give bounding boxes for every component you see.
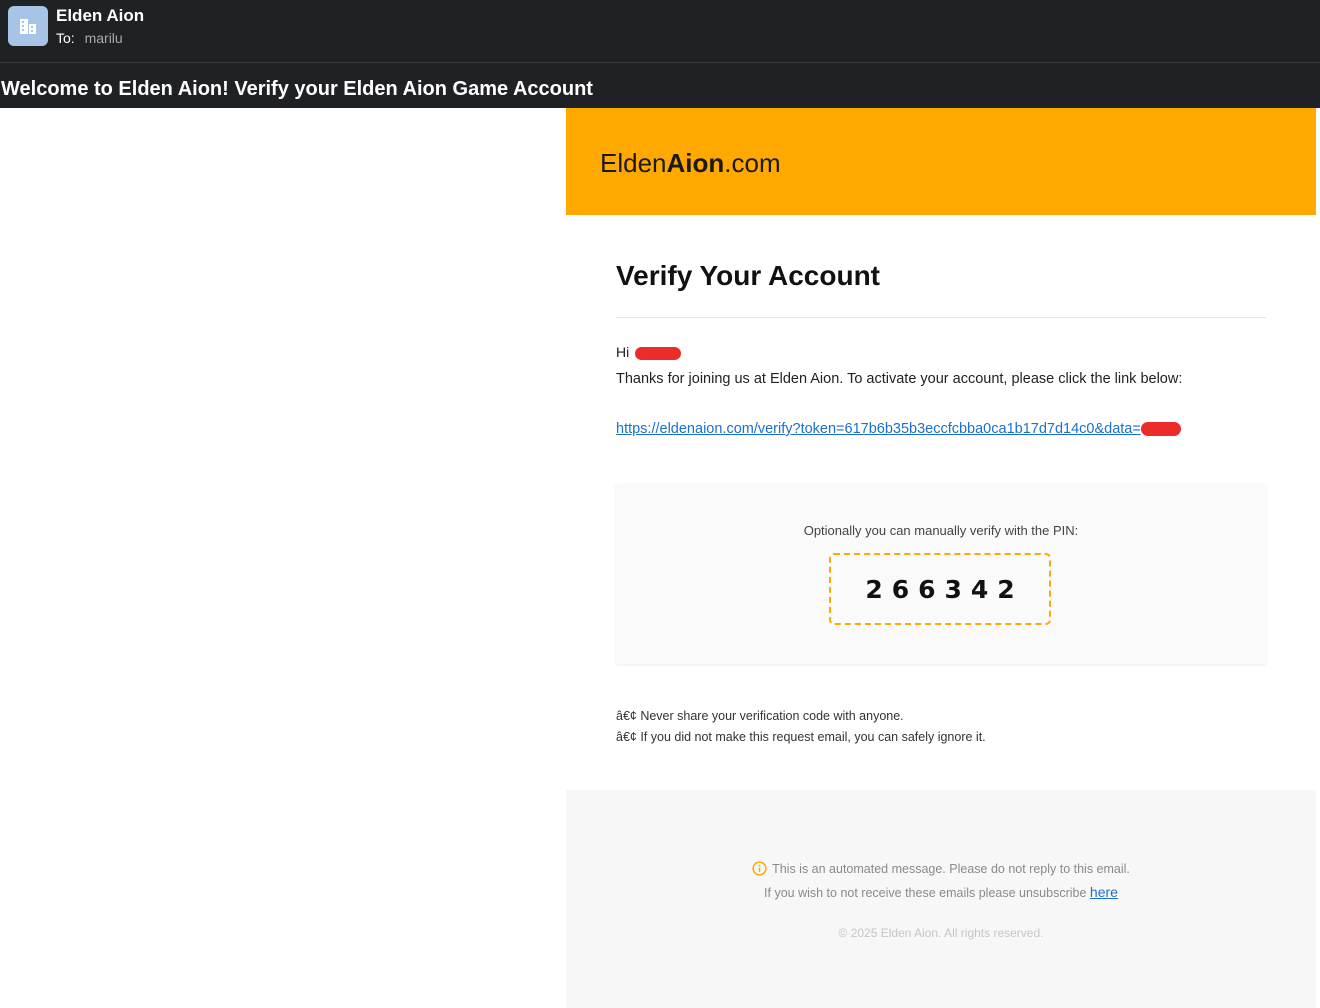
header-divider xyxy=(0,62,1320,63)
automated-text: This is an automated message. Please do … xyxy=(772,861,1130,876)
greeting-text: Hi xyxy=(616,344,630,360)
brand-logo: EldenAion.com xyxy=(600,148,781,179)
logo-bold: Aion xyxy=(666,148,725,178)
greeting: Hi xyxy=(616,344,682,360)
copyright: © 2025 Elden Aion. All rights reserved. xyxy=(838,926,1044,940)
email-header: Elden Aion To: marilu Welcome to Elden A… xyxy=(0,0,1320,108)
recipient-row: To: marilu xyxy=(56,30,123,46)
pin-card: Optionally you can manually verify with … xyxy=(616,484,1266,664)
brand-banner: EldenAion.com xyxy=(566,108,1316,215)
verify-link[interactable]: https://eldenaion.com/verify?token=617b6… xyxy=(616,421,1181,437)
recipient-name[interactable]: marilu xyxy=(85,30,123,46)
intro-text: Thanks for joining us at Elden Aion. To … xyxy=(616,371,1183,387)
email-body: EldenAion.com Verify Your Account Hi Tha… xyxy=(566,108,1316,1008)
sender-avatar xyxy=(8,6,48,46)
email-footer: This is an automated message. Please do … xyxy=(566,790,1316,1008)
security-note: â€¢ Never share your verification code w… xyxy=(616,709,904,723)
unsubscribe-link[interactable]: here xyxy=(1090,884,1118,900)
redaction-mark xyxy=(1140,422,1181,437)
automated-notice: This is an automated message. Please do … xyxy=(566,861,1316,876)
ignore-note: â€¢ If you did not make this request ema… xyxy=(616,730,986,744)
page-title: Verify Your Account xyxy=(616,260,880,291)
unsubscribe-text: If you wish to not receive these emails … xyxy=(764,886,1087,900)
verify-link-text[interactable]: https://eldenaion.com/verify?token=617b6… xyxy=(616,421,1141,437)
pin-code: 266342 xyxy=(865,574,1024,604)
unsubscribe-row: If you wish to not receive these emails … xyxy=(566,884,1316,900)
redaction-mark xyxy=(635,346,682,360)
logo-suffix: .com xyxy=(724,148,781,178)
building-icon xyxy=(20,19,36,34)
email-subject: Welcome to Elden Aion! Verify your Elden… xyxy=(1,78,593,100)
to-label: To: xyxy=(56,30,75,46)
info-icon xyxy=(752,861,767,876)
title-divider xyxy=(616,317,1266,318)
pin-caption: Optionally you can manually verify with … xyxy=(803,523,1079,538)
sender-name: Elden Aion xyxy=(56,6,145,25)
logo-prefix: Elden xyxy=(600,148,667,178)
pin-box: 266342 xyxy=(829,553,1051,625)
